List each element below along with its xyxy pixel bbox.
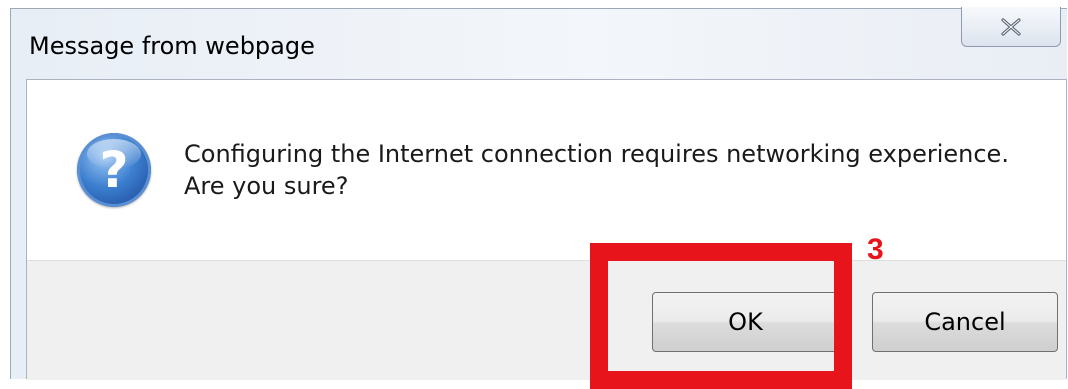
close-button[interactable] — [961, 7, 1061, 47]
annotation-highlight-box — [590, 243, 852, 389]
message-line-1: Configuring the Internet connection requ… — [184, 140, 1009, 168]
message-line-2: Are you sure? — [184, 172, 349, 200]
close-icon — [1001, 17, 1021, 36]
dialog-window: Message from webpage ? Configuring the I… — [10, 7, 1067, 380]
question-icon: ? — [77, 133, 151, 207]
dialog-message: Configuring the Internet connection requ… — [184, 138, 1009, 202]
annotation-step-label: 3 — [867, 233, 884, 266]
dialog-title: Message from webpage — [29, 32, 315, 60]
dialog-content: ? Configuring the Internet connection re… — [26, 79, 1067, 380]
cancel-button[interactable]: Cancel — [872, 292, 1058, 352]
